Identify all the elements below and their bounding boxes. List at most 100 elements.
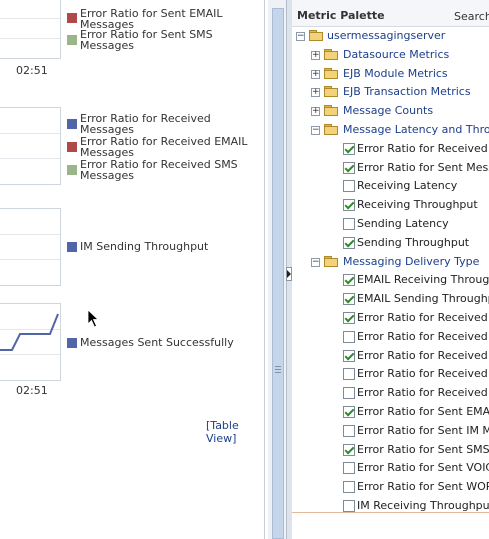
metric-checkbox-item[interactable]: Error Ratio for Sent IM Messages	[292, 424, 489, 442]
legend-item: Error Ratio for Received Messages	[67, 113, 257, 135]
checkbox-checked[interactable]	[343, 443, 355, 456]
collapse-icon[interactable]: −	[296, 32, 305, 41]
tree-folder-node[interactable]: − Messaging Delivery Type	[292, 255, 489, 273]
metric-item-label: Error Ratio for Sent EMAIL Messages	[357, 405, 489, 418]
tree-node-label: Messaging Delivery Type	[343, 254, 480, 268]
legend-item: Error Ratio for Sent SMS Messages	[67, 29, 257, 51]
checkbox-checked[interactable]	[343, 406, 355, 418]
legend-item: Error Ratio for Sent EMAIL Messages	[67, 8, 257, 30]
metric-checkbox-item[interactable]: Error Ratio for Received IM Messages	[292, 330, 489, 348]
metric-item-label: EMAIL Sending Throughput	[357, 292, 489, 306]
tree-node-label: Message Latency and Throughput	[343, 123, 489, 136]
tree-folder-node[interactable]: − Message Latency and Throughput	[292, 123, 489, 141]
checkbox-unchecked[interactable]	[343, 387, 355, 400]
vertical-scrollbar-thumb[interactable]	[272, 8, 284, 539]
metric-checkbox-item[interactable]: EMAIL Sending Throughput	[292, 292, 489, 310]
checkbox-unchecked[interactable]	[343, 218, 355, 230]
expand-icon[interactable]: +	[311, 107, 320, 117]
tree-node-label: Message Counts	[343, 104, 434, 118]
legend-item: Error Ratio for Received EMAIL Messages	[67, 136, 257, 158]
checkbox-checked[interactable]	[343, 236, 355, 249]
legend-label: Error Ratio for Received EMAIL Messages	[80, 135, 248, 159]
charts-region: 02:51 Error Ratio for Sent EMAIL Message…	[0, 0, 268, 539]
metric-item-label: Sending Latency	[357, 217, 449, 230]
folder-icon	[324, 48, 338, 60]
content-divider	[264, 0, 265, 539]
metric-item-label: Error Ratio for Received IM Messages	[357, 329, 489, 343]
checkbox-checked[interactable]	[343, 293, 355, 306]
metric-item-label: Error Ratio for Sent WORKLIST Messages	[357, 480, 489, 494]
checkbox-unchecked[interactable]	[343, 462, 355, 475]
folder-icon	[324, 105, 338, 117]
legend-swatch	[67, 119, 77, 129]
checkbox-unchecked[interactable]	[343, 424, 355, 437]
metric-checkbox-item[interactable]: Error Ratio for Received EMAIL Messages	[292, 311, 489, 329]
legend-label: Messages Sent Successfully	[80, 336, 234, 349]
metric-item-label: Error Ratio for Sent VOICE Messages	[357, 461, 489, 475]
metric-checkbox-item[interactable]: Error Ratio for Received WORKLIST Messag…	[292, 386, 489, 404]
metric-checkbox-item[interactable]: Error Ratio for Sent SMS Messages	[292, 443, 489, 461]
expand-icon[interactable]: +	[311, 88, 320, 98]
table-view-link[interactable]: [Table View]	[206, 419, 268, 445]
metric-checkbox-item[interactable]: Sending Throughput	[292, 236, 489, 254]
collapse-icon[interactable]: −	[311, 126, 320, 135]
checkbox-checked[interactable]	[343, 274, 355, 287]
tree-folder-node[interactable]: + Datasource Metrics	[292, 48, 489, 66]
legend-swatch	[67, 13, 77, 23]
tree-node-label: Datasource Metrics	[343, 47, 450, 61]
folder-icon	[324, 67, 338, 79]
expand-icon[interactable]: +	[311, 50, 320, 60]
legend-item: Messages Sent Successfully	[67, 337, 257, 351]
checkbox-checked[interactable]	[343, 199, 355, 212]
tree-folder-node[interactable]: + Message Counts	[292, 104, 489, 122]
metric-checkbox-item[interactable]: IM Receiving Throughput	[292, 499, 489, 517]
tree-folder-node[interactable]: + EJB Transaction Metrics	[292, 85, 489, 103]
metric-checkbox-item[interactable]: Receiving Latency	[292, 179, 489, 197]
legend-swatch	[67, 242, 77, 252]
folder-open-icon	[324, 124, 338, 135]
legend-swatch	[67, 35, 77, 45]
metric-item-label: Error Ratio for Received SMS Messages	[357, 348, 489, 362]
metric-checkbox-item[interactable]: Error Ratio for Received Messages	[292, 142, 489, 160]
folder-icon	[324, 86, 338, 98]
checkbox-unchecked[interactable]	[343, 500, 355, 512]
checkbox-unchecked[interactable]	[343, 330, 355, 343]
metric-item-label: Receiving Latency	[357, 179, 458, 193]
metric-checkbox-item[interactable]: Error Ratio for Received VOICE Messages	[292, 367, 489, 385]
metric-checkbox-item[interactable]: Sending Latency	[292, 217, 489, 235]
palette-search-link[interactable]: Search	[454, 10, 489, 23]
legend-label: Error Ratio for Sent SMS Messages	[80, 28, 213, 52]
checkbox-unchecked[interactable]	[343, 481, 355, 494]
metric-checkbox-item[interactable]: Error Ratio for Sent Messages	[292, 161, 489, 179]
metric-item-label: Error Ratio for Received VOICE Messages	[357, 367, 489, 381]
checkbox-checked[interactable]	[343, 349, 355, 362]
metric-item-label: Receiving Throughput	[357, 198, 478, 212]
checkbox-checked[interactable]	[343, 312, 355, 324]
scrollbar-grip-icon	[275, 366, 281, 374]
chart-plot-area	[0, 0, 61, 59]
collapse-icon[interactable]: −	[311, 257, 320, 267]
checkbox-unchecked[interactable]	[343, 368, 355, 381]
tree-root-node[interactable]: − usermessagingserver	[292, 29, 489, 47]
tree-node-label: usermessagingserver	[327, 29, 446, 42]
metric-checkbox-item[interactable]: Error Ratio for Sent VOICE Messages	[292, 461, 489, 479]
tree-folder-node[interactable]: + EJB Module Metrics	[292, 67, 489, 85]
metric-checkbox-item[interactable]: EMAIL Receiving Throughput	[292, 273, 489, 291]
metric-item-label: IM Receiving Throughput	[357, 499, 489, 512]
metric-checkbox-item[interactable]: Receiving Throughput	[292, 198, 489, 216]
folder-open-icon	[309, 30, 323, 41]
checkbox-checked[interactable]	[343, 142, 355, 155]
metric-item-label: Error Ratio for Received EMAIL Messages	[357, 311, 489, 324]
palette-title: Metric Palette	[297, 9, 385, 22]
checkbox-unchecked[interactable]	[343, 180, 355, 193]
legend-swatch	[67, 165, 77, 175]
legend-label: IM Sending Throughput	[80, 240, 209, 253]
metric-checkbox-item[interactable]: Error Ratio for Received SMS Messages	[292, 349, 489, 367]
metric-checkbox-item[interactable]: Error Ratio for Sent EMAIL Messages	[292, 405, 489, 423]
metric-item-label: Error Ratio for Received WORKLIST Messag…	[357, 386, 489, 400]
expand-icon[interactable]: +	[311, 69, 320, 79]
legend-label: Error Ratio for Received SMS Messages	[80, 158, 238, 182]
metric-checkbox-item[interactable]: Error Ratio for Sent WORKLIST Messages	[292, 480, 489, 498]
metric-item-label: Error Ratio for Received Messages	[357, 141, 489, 155]
checkbox-checked[interactable]	[343, 161, 355, 174]
